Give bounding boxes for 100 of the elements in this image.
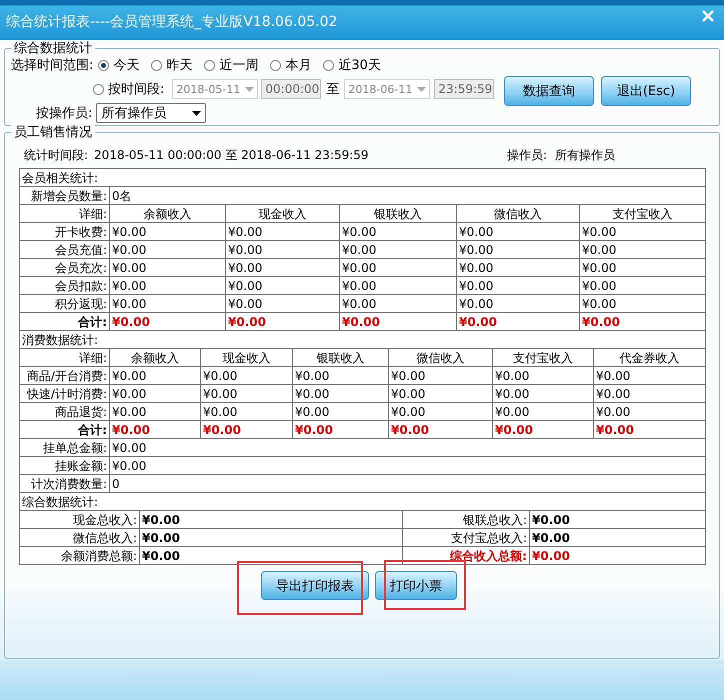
exit-button[interactable]: 退出(Esc)	[601, 76, 691, 106]
column-header: 银联收入	[292, 348, 388, 366]
column-header: 支付宝收入	[580, 204, 706, 222]
total-cell: ¥0.00	[292, 420, 388, 438]
table-cell: ¥0.00	[292, 384, 388, 402]
table-cell: ¥0.00	[110, 240, 226, 258]
export-button[interactable]: 导出打印报表	[261, 571, 369, 600]
table-cell: ¥0.00	[226, 222, 340, 240]
table-cell: ¥0.00	[388, 384, 492, 402]
section-title: 消费数据统计:	[20, 330, 706, 348]
query-button[interactable]: 数据查询	[504, 76, 594, 106]
table-cell: ¥0.00	[226, 294, 340, 312]
field-label: 选择时间范围:	[11, 57, 94, 74]
row-header: 会员充次:	[20, 258, 110, 276]
radio-option[interactable]: 今天	[98, 56, 140, 74]
table-cell: ¥0.00	[340, 276, 456, 294]
table-cell: ¥0.00	[226, 240, 340, 258]
table-cell: ¥0.00	[388, 366, 492, 384]
column-header: 支付宝收入	[492, 348, 594, 366]
section-title: 综合数据统计:	[20, 492, 706, 510]
total-cell: ¥0.00	[388, 420, 492, 438]
row-header: 积分返现:	[20, 294, 110, 312]
row-header: 支付宝总收入:	[402, 528, 530, 546]
column-header: 现金收入	[226, 204, 340, 222]
table-cell: ¥0.00	[340, 258, 456, 276]
row-header: 现金总收入:	[20, 510, 140, 528]
table-cell: ¥0.00	[110, 222, 226, 240]
table-cell: ¥0.00	[226, 276, 340, 294]
table-cell: ¥0.00	[580, 240, 706, 258]
window-title: 综合统计报表----会员管理系统_专业版V18.06.05.02	[6, 13, 338, 31]
total-cell: ¥0.00	[140, 528, 402, 546]
table-cell: ¥0.00	[110, 294, 226, 312]
period-value: 2018-05-11 00:00:00 至 2018-06-11 23:59:59	[94, 146, 370, 164]
radio-option[interactable]: 昨天	[151, 56, 192, 74]
table-cell: ¥0.00	[594, 366, 706, 384]
group-title: 综合数据统计	[11, 41, 95, 56]
total-cell: ¥0.00	[530, 546, 706, 564]
field-label: 统计时间段:	[24, 146, 88, 164]
table-cell: ¥0.00	[110, 276, 226, 294]
caret-icon	[417, 86, 426, 92]
total-cell: ¥0.00	[530, 528, 706, 546]
total-cell: ¥0.00	[492, 420, 594, 438]
row-header: 银联总收入:	[402, 510, 530, 528]
caret-icon	[245, 86, 254, 92]
table-cell: ¥0.00	[110, 258, 226, 276]
column-header: 微信收入	[388, 348, 492, 366]
radio-option[interactable]: 近30天	[323, 56, 381, 74]
column-header: 微信收入	[456, 204, 580, 222]
row-header: 详细:	[20, 348, 110, 366]
table-cell: ¥0.00	[456, 222, 580, 240]
table-cell: ¥0.00	[292, 366, 388, 384]
row-header: 会员扣款:	[20, 276, 110, 294]
row-header: 余额消费总额:	[20, 546, 140, 564]
table-cell: ¥0.00	[456, 258, 580, 276]
row-header: 快速/计时消费:	[20, 384, 110, 402]
row-header: 会员充值:	[20, 240, 110, 258]
radio-option[interactable]: 近一周	[204, 56, 258, 74]
table-cell: ¥0.00	[492, 384, 594, 402]
total-cell: ¥0.00	[594, 420, 706, 438]
table-cell: ¥0.00	[110, 384, 200, 402]
table-cell: ¥0.00	[456, 240, 580, 258]
column-header: 银联收入	[340, 204, 456, 222]
table-cell: ¥0.00	[388, 402, 492, 420]
total-cell: ¥0.00	[140, 546, 402, 564]
row-header: 合计:	[20, 420, 110, 438]
row-header: 挂账金额:	[20, 456, 110, 474]
range-separator: 至	[326, 81, 340, 98]
total-cell: ¥0.00	[200, 420, 292, 438]
radio-option[interactable]: 本月	[270, 56, 312, 74]
table-cell: ¥0.00	[492, 366, 594, 384]
row-header: 详细:	[20, 204, 110, 222]
table-cell: ¥0.00	[594, 384, 706, 402]
row-header: 挂单总金额:	[20, 438, 110, 456]
table-cell: ¥0.00	[580, 222, 706, 240]
print-button[interactable]: 打印小票	[375, 571, 457, 600]
operator-dropdown[interactable]: 所有操作员	[96, 103, 206, 123]
group-title: 员工销售情况	[11, 125, 95, 140]
field-label: 操作员:	[507, 146, 548, 164]
table-cell: ¥0.00	[110, 438, 706, 456]
table-cell: ¥0.00	[340, 240, 456, 258]
table-cell: ¥0.00	[110, 366, 200, 384]
close-icon[interactable]	[702, 10, 714, 22]
table-cell: ¥0.00	[200, 384, 292, 402]
table-cell: ¥0.00	[110, 456, 706, 474]
row-header: 开卡收费:	[20, 222, 110, 240]
column-header: 余额收入	[110, 348, 200, 366]
section-title: 会员相关统计:	[20, 168, 706, 186]
table-cell: ¥0.00	[340, 294, 456, 312]
caret-icon	[192, 110, 202, 116]
row-header: 商品/开台消费:	[20, 366, 110, 384]
table-cell: ¥0.00	[200, 402, 292, 420]
table-cell: ¥0.00	[492, 402, 594, 420]
row-header: 新增会员数量:	[20, 186, 110, 204]
row-header: 微信总收入:	[20, 528, 140, 546]
table-cell: ¥0.00	[110, 402, 200, 420]
table-cell: ¥0.00	[200, 366, 292, 384]
table-cell: ¥0.00	[456, 294, 580, 312]
operator-value: 所有操作员	[555, 146, 616, 164]
total-cell: ¥0.00	[140, 510, 402, 528]
total-cell: ¥0.00	[110, 420, 200, 438]
